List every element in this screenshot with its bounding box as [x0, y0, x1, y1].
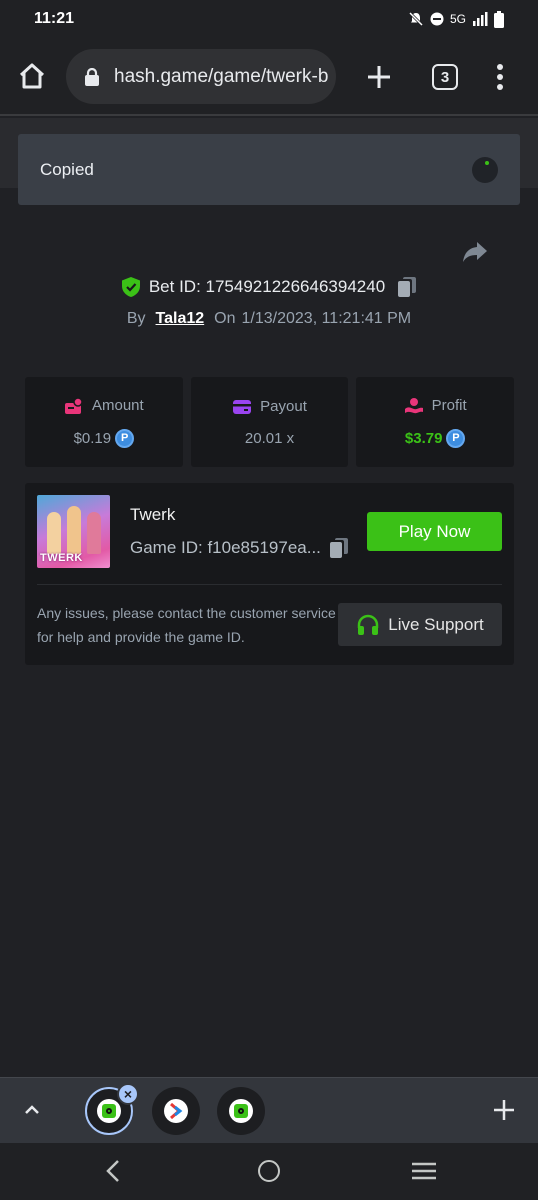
tab-group-item[interactable] [217, 1087, 265, 1135]
live-support-label: Live Support [388, 614, 484, 634]
url-text: hash.game/game/twerk-b [114, 65, 329, 87]
stat-value: $0.19 [73, 429, 112, 447]
wallet-icon [233, 399, 252, 414]
bc-game-favicon-icon [229, 1099, 253, 1123]
bet-id-row: Bet ID: 1754921226646394240 [0, 276, 538, 298]
stat-value: $3.79 [404, 429, 443, 447]
game-id: Game ID: f10e85197ea... [130, 538, 321, 557]
on-label: On [214, 310, 236, 327]
tab-group-strip: × [0, 1077, 538, 1143]
support-notice: Any issues, please contact the customer … [37, 605, 336, 645]
new-tab-icon[interactable] [364, 62, 394, 92]
bet-date: 1/13/2023, 11:21:41 PM [241, 310, 412, 327]
bet-id: Bet ID: 1754921226646394240 [148, 277, 386, 296]
headset-icon [358, 614, 379, 635]
system-nav-bar [0, 1143, 538, 1200]
coin-icon: P [446, 428, 466, 448]
home-icon[interactable] [16, 60, 48, 92]
stat-profit: Profit $3.79 P [356, 377, 515, 467]
tab-group-item-active[interactable]: × [85, 1083, 139, 1135]
stat-payout: Payout 20.01 x [190, 377, 349, 467]
back-icon[interactable] [104, 1159, 122, 1183]
live-support-button[interactable]: Live Support [338, 603, 502, 646]
stat-value: 20.01 x [244, 429, 295, 447]
more-options-icon[interactable] [490, 62, 510, 92]
toast-timer-icon [472, 156, 498, 183]
share-icon[interactable] [462, 240, 488, 264]
amount-icon [64, 396, 83, 414]
add-tab-icon[interactable] [492, 1098, 516, 1122]
status-icons: 5G [408, 10, 504, 28]
battery-icon [494, 10, 504, 28]
stat-label: Payout [260, 398, 307, 415]
game-name: Twerk [130, 505, 176, 524]
bet-stats: Amount $0.19 P Payout 20.01 x Profit $3.… [25, 377, 515, 467]
by-label: By [126, 310, 146, 327]
copied-toast: Copied [18, 134, 520, 205]
game-card: TWERK Twerk Game ID: f10e85197ea... Play… [25, 483, 514, 665]
stat-amount: Amount $0.19 P [25, 377, 183, 467]
status-time: 11:21 [34, 10, 75, 27]
network-type: 5G [449, 12, 466, 26]
do-not-disturb-icon [430, 12, 444, 26]
status-bar: 11:21 5G [0, 0, 538, 38]
profit-icon [404, 397, 423, 413]
divider [37, 584, 502, 585]
coin-icon: P [115, 428, 135, 448]
address-bar[interactable]: hash.game/game/twerk-b [66, 49, 336, 104]
tab-switcher-button[interactable]: 3 [432, 64, 458, 90]
site-favicon-icon [164, 1099, 188, 1123]
lock-icon [85, 67, 99, 86]
notifications-off-icon [408, 11, 424, 27]
copy-game-id-icon[interactable] [329, 537, 349, 559]
stat-label: Profit [431, 397, 467, 414]
copy-bet-id-icon[interactable] [397, 276, 417, 298]
recent-apps-icon[interactable] [412, 1161, 436, 1181]
toast-text: Copied [40, 159, 94, 179]
signal-icon [473, 12, 488, 26]
close-tab-icon[interactable]: × [117, 1083, 139, 1105]
game-thumbnail[interactable]: TWERK [37, 495, 110, 568]
browser-toolbar: hash.game/game/twerk-b 3 [0, 38, 538, 116]
thumbnail-label: TWERK [40, 552, 83, 564]
player-name-link[interactable]: Tala12 [156, 310, 205, 328]
play-now-button[interactable]: Play Now [367, 512, 502, 551]
home-circle-icon[interactable] [258, 1160, 280, 1182]
bet-meta-row: By Tala12 On 1/13/2023, 11:21:41 PM [0, 310, 538, 328]
tab-group-item[interactable] [152, 1087, 200, 1135]
verified-shield-icon [121, 277, 140, 297]
stat-label: Amount [91, 397, 144, 414]
bc-game-favicon-icon [97, 1099, 121, 1123]
chevron-up-icon[interactable] [22, 1100, 42, 1120]
game-id-row: Game ID: f10e85197ea... [130, 537, 349, 559]
